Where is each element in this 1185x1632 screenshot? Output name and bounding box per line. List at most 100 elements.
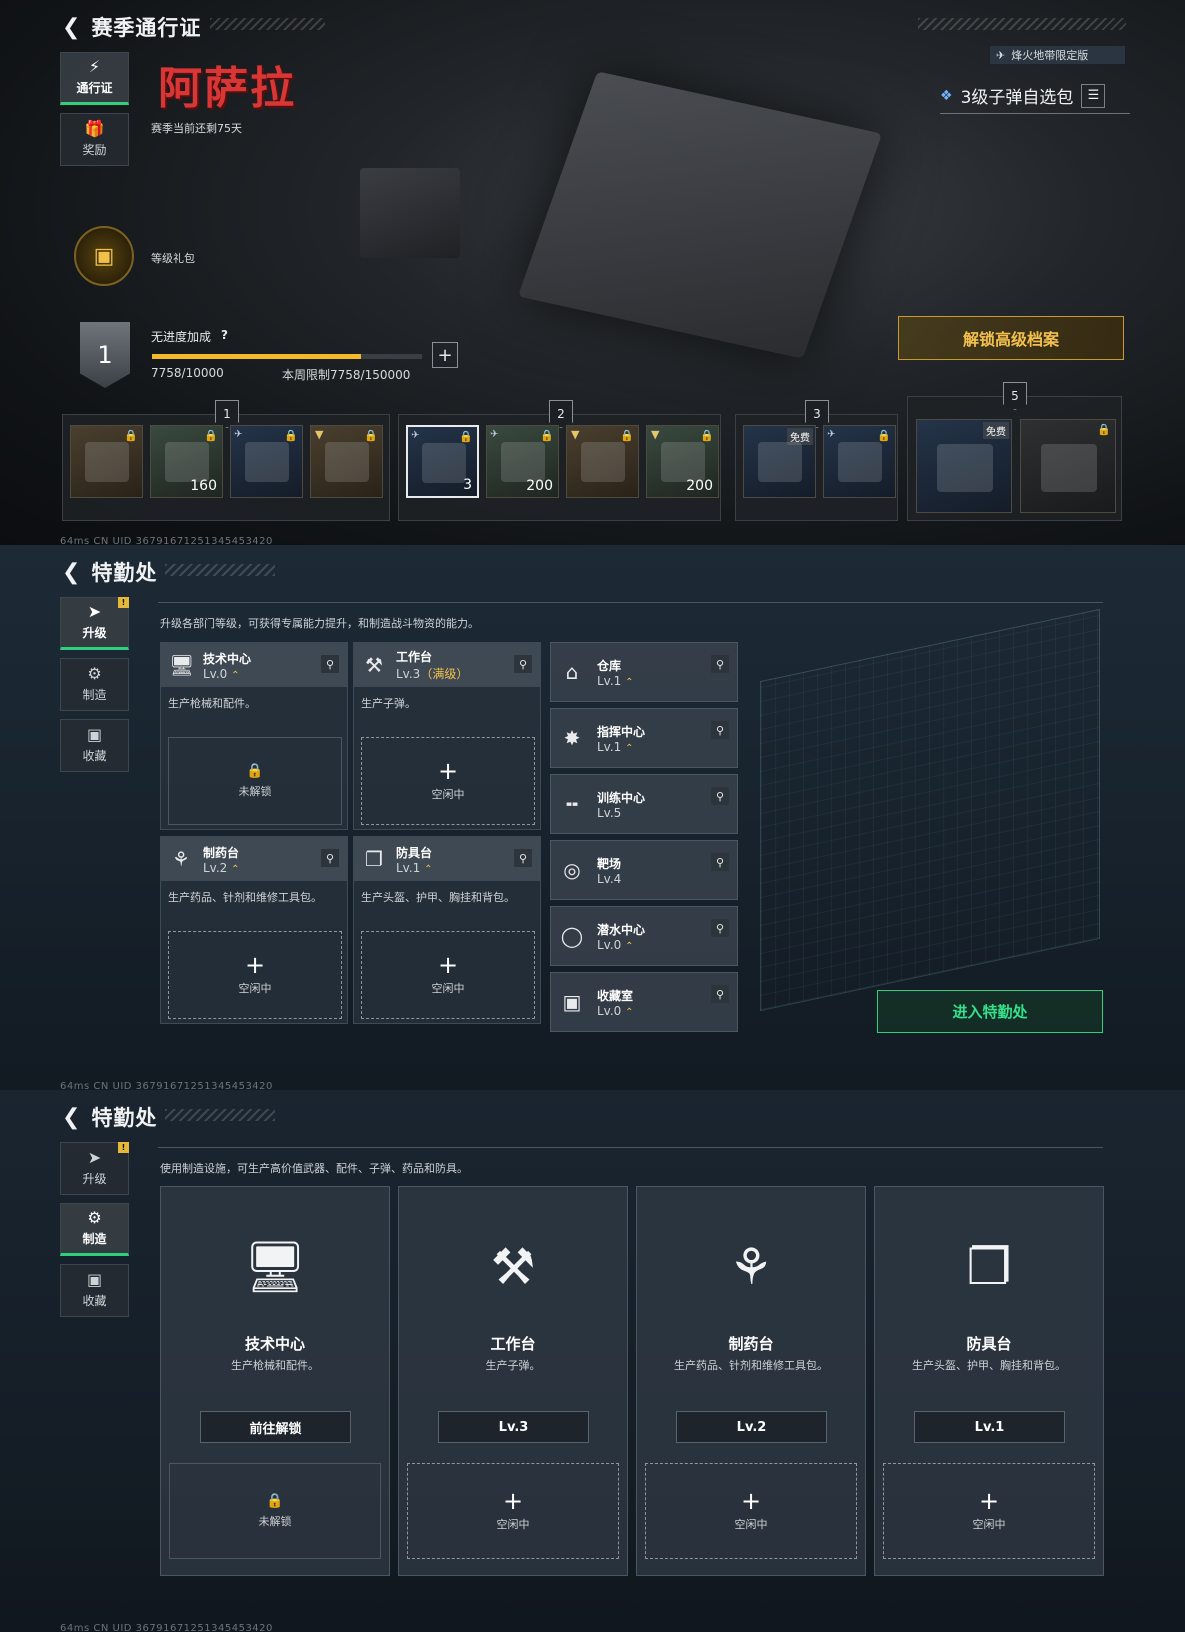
room-command[interactable]: ✸ 指挥中心 Lv.1 ⌃ ⚲ [550, 708, 738, 768]
go-unlock-button[interactable]: 前往解锁 [200, 1411, 351, 1443]
production-slot[interactable]: + 空闲中 [645, 1463, 857, 1559]
reward-slot[interactable]: ✈ 🔒 [823, 425, 896, 498]
production-slot[interactable]: + 空闲中 [883, 1463, 1095, 1559]
search-icon[interactable]: ⚲ [321, 655, 339, 673]
level-button[interactable]: Lv.3 [438, 1411, 589, 1443]
plus-icon: + [978, 1487, 1000, 1515]
page-header: ❮ 特勤处 [62, 557, 157, 587]
facility-card-tech[interactable]: 🖥 技术中心 Lv.0 ⌃ ⚲ 生产枪械和配件。 🔒 未解锁 [160, 642, 348, 830]
cubes-icon: ❐ [365, 847, 383, 871]
facility-card-workbench[interactable]: ⚒ 工作台 Lv.3（满级） ⚲ 生产子弹。 + 空闲中 [353, 642, 541, 830]
back-arrow-icon[interactable]: ❮ [62, 15, 81, 40]
level-button[interactable]: Lv.2 [676, 1411, 827, 1443]
craft-card-tech[interactable]: 🖥 技术中心 生产枪械和配件。 前往解锁 🔒 未解锁 [160, 1186, 390, 1576]
section-description: 升级各部门等级，可获得专属能力提升，和制造战斗物资的能力。 [160, 617, 479, 630]
tier-group-5: 5 免费 🔒 [907, 382, 1122, 521]
help-icon[interactable]: ? [221, 328, 228, 345]
pass-icon: ⚡ [88, 57, 101, 76]
room-collection[interactable]: ▣ 收藏室 Lv.0 ⌃ ⚲ [550, 972, 738, 1032]
rifle-image [1041, 444, 1097, 492]
facility-card-armor[interactable]: ❐ 防具台 Lv.1 ⌃ ⚲ 生产头盔、护甲、胸挂和背包。 + 空闲中 [353, 836, 541, 1024]
room-warehouse[interactable]: ⌂ 仓库 Lv.1 ⌃ ⚲ [550, 642, 738, 702]
helicopter-icon: ✈ [234, 429, 243, 440]
search-icon[interactable]: ⚲ [711, 655, 729, 673]
plus-icon: + [244, 951, 266, 979]
season-logo: 阿萨拉 [158, 63, 296, 114]
facility-name: 防具台 [396, 845, 433, 860]
notification-badge: ! [118, 597, 129, 608]
reward-slot[interactable]: 🔒 [1020, 419, 1116, 513]
production-slot[interactable]: 🔒 未解锁 [169, 1463, 381, 1559]
vault-icon: ▣ [562, 990, 582, 1014]
production-slot[interactable]: + 空闲中 [407, 1463, 619, 1559]
craft-card-workbench[interactable]: ⚒ 工作台 生产子弹。 Lv.3 + 空闲中 [398, 1186, 628, 1576]
production-slot[interactable]: 🔒 未解锁 [168, 737, 342, 825]
header-hatch [165, 1109, 275, 1121]
reward-slot[interactable]: 🔒 [70, 425, 143, 498]
dumbbell-icon: ╍ [565, 792, 579, 816]
room-level: Lv.1 [597, 673, 622, 688]
tab-rewards[interactable]: 🎁 奖励 [60, 113, 129, 166]
level-button[interactable]: Lv.1 [914, 1411, 1065, 1443]
search-icon[interactable]: ⚲ [711, 853, 729, 871]
unlock-premium-button[interactable]: 解锁高级档案 [898, 316, 1124, 360]
production-slot[interactable]: + 空闲中 [168, 931, 342, 1019]
microscope-icon: ⚘ [172, 847, 190, 871]
tier-tag: 3 [805, 400, 829, 428]
tab-collection[interactable]: ▣ 收藏 [60, 1264, 129, 1317]
search-icon[interactable]: ⚲ [321, 849, 339, 867]
chip-icon: ✸ [563, 726, 581, 750]
slot-status: 未解锁 [238, 785, 272, 798]
reward-slot[interactable]: ▼ 🔒 [566, 425, 639, 498]
room-name: 潜水中心 [597, 922, 646, 937]
facility-card-pharmacy[interactable]: ⚘ 制药台 Lv.2 ⌃ ⚲ 生产药品、针剂和维修工具包。 + 空闲中 [160, 836, 348, 1024]
room-level: Lv.0 [597, 937, 622, 952]
tab-collection-label: 收藏 [82, 1294, 107, 1308]
enter-special-ops-button[interactable]: 进入特勤处 [877, 990, 1103, 1033]
tab-collection[interactable]: ▣ 收藏 [60, 719, 129, 772]
reward-slot[interactable]: ✈ 🔒 3 [406, 425, 479, 498]
tab-craft[interactable]: ⚙ 制造 [60, 1203, 129, 1256]
search-icon[interactable]: ⚲ [514, 655, 532, 673]
reward-slot[interactable]: ▼ 🔒 200 [646, 425, 719, 498]
search-icon[interactable]: ⚲ [711, 721, 729, 739]
base-blueprint-image [760, 608, 1100, 1012]
production-slot[interactable]: + 空闲中 [361, 931, 535, 1019]
reward-slot[interactable]: 免费 [916, 419, 1012, 513]
reward-slot[interactable]: ✈ 🔒 200 [486, 425, 559, 498]
target-icon: ◎ [563, 858, 581, 882]
xp-progress-fill [152, 354, 362, 359]
reward-slot[interactable]: ✈ 🔒 [230, 425, 303, 498]
tab-upgrade-label: 升级 [82, 1172, 107, 1186]
reward-slot[interactable]: 🔒 160 [150, 425, 223, 498]
list-icon[interactable]: ☰ [1081, 83, 1106, 108]
back-arrow-icon[interactable]: ❮ [62, 560, 81, 585]
lock-icon: 🔒 [540, 429, 554, 442]
search-icon[interactable]: ⚲ [711, 985, 729, 1003]
search-icon[interactable]: ⚲ [514, 849, 532, 867]
facility-description: 生产子弹。 [361, 697, 416, 710]
room-range[interactable]: ◎ 靶场 Lv.4 ⚲ [550, 840, 738, 900]
tab-craft[interactable]: ⚙ 制造 [60, 658, 129, 711]
room-diving[interactable]: ◯ 潜水中心 Lv.0 ⌃ ⚲ [550, 906, 738, 966]
reward-slot[interactable]: 免费 [743, 425, 816, 498]
production-slot[interactable]: + 空闲中 [361, 737, 535, 825]
reward-slot[interactable]: ▼ 🔒 [310, 425, 383, 498]
facility-name: 工作台 [490, 1335, 536, 1353]
vehicle-image [325, 442, 369, 482]
craft-card-pharmacy[interactable]: ⚘ 制药台 生产药品、针剂和维修工具包。 Lv.2 + 空闲中 [636, 1186, 866, 1576]
craft-card-armor[interactable]: ❐ 防具台 生产头盔、护甲、胸挂和背包。 Lv.1 + 空闲中 [874, 1186, 1104, 1576]
emblem-image [758, 442, 802, 482]
bonus-label: 无进度加成 [151, 330, 212, 344]
search-icon[interactable]: ⚲ [711, 787, 729, 805]
search-icon[interactable]: ⚲ [711, 919, 729, 937]
tab-pass[interactable]: ⚡ 通行证 [60, 52, 129, 105]
add-xp-button[interactable]: + [432, 342, 458, 368]
room-training[interactable]: ╍ 训练中心 Lv.5 ⚲ [550, 774, 738, 834]
back-arrow-icon[interactable]: ❮ [62, 1105, 81, 1130]
selected-item-row[interactable]: ❖ 3级子弹自选包 ☰ [940, 78, 1130, 114]
facility-description: 生产枪械和配件。 [168, 697, 256, 710]
level-gift-icon[interactable]: ▣ [74, 226, 134, 286]
upgrade-chevron-icon: ⌃ [625, 742, 634, 754]
page-title: 特勤处 [91, 561, 158, 585]
